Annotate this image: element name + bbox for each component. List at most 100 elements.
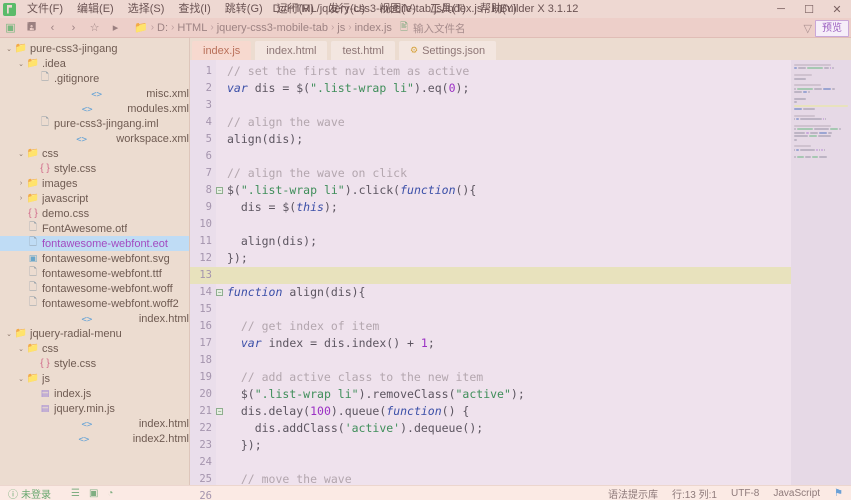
tree-item-modules-xml[interactable]: <> modules.xml bbox=[0, 101, 189, 116]
code-line[interactable]: function align(dis){ bbox=[227, 284, 791, 301]
language-status[interactable]: JavaScript bbox=[773, 488, 820, 499]
login-status[interactable]: ⓘ 未登录 bbox=[8, 486, 51, 500]
code-line[interactable] bbox=[227, 97, 791, 114]
menu-item-1[interactable]: 文件(F) bbox=[20, 0, 70, 18]
tab-settings-json[interactable]: ⚙ Settings.json bbox=[399, 41, 497, 60]
breadcrumb-item-1[interactable]: D: bbox=[157, 22, 168, 34]
breadcrumb-item-5[interactable]: index.js bbox=[355, 22, 392, 34]
tree-item-js[interactable]: ⌄ 📁 js bbox=[0, 371, 189, 386]
menu-item-8[interactable]: 视图(V) bbox=[372, 0, 423, 18]
tree-item-css[interactable]: ⌄ 📁 css bbox=[0, 341, 189, 356]
filename-search[interactable]: 🖹 输入文件名 bbox=[400, 18, 466, 38]
code-line[interactable]: dis = $(this); bbox=[227, 199, 791, 216]
code-line[interactable]: // move the wave bbox=[227, 471, 791, 485]
tree-item--idea[interactable]: ⌄ 📁 .idea bbox=[0, 56, 189, 71]
code-line[interactable] bbox=[227, 148, 791, 165]
tree-item-pure-css3-jingang-iml[interactable]: 🗋 pure-css3-jingang.iml bbox=[0, 116, 189, 131]
code-line[interactable] bbox=[227, 454, 791, 471]
tree-item-fontawesome-webfont-woff[interactable]: 🗋 fontawesome-webfont.woff bbox=[0, 281, 189, 296]
terminal-icon[interactable]: ▣ bbox=[89, 488, 98, 499]
code-line[interactable]: }); bbox=[227, 437, 791, 454]
code-line[interactable]: // get index of item bbox=[227, 318, 791, 335]
tree-item-style-css[interactable]: { } style.css bbox=[0, 356, 189, 371]
tree-item-jquery-min-js[interactable]: ▤ jquery.min.js bbox=[0, 401, 189, 416]
tree-item-style-css[interactable]: { } style.css bbox=[0, 161, 189, 176]
breadcrumb-item-2[interactable]: HTML bbox=[177, 22, 207, 34]
tree-item-fontawesome-webfont-ttf[interactable]: 🗋 fontawesome-webfont.ttf bbox=[0, 266, 189, 281]
chevron-down-icon[interactable]: ⌄ bbox=[16, 375, 26, 383]
notification-icon[interactable]: ⚑ bbox=[834, 488, 843, 499]
code-content[interactable]: // set the first nav item as active var d… bbox=[216, 60, 791, 485]
menu-item-9[interactable]: 工具(T) bbox=[423, 0, 473, 18]
menu-item-4[interactable]: 查找(I) bbox=[171, 0, 217, 18]
code-line[interactable]: dis.addClass('active').dequeue(); bbox=[227, 420, 791, 437]
menu-item-10[interactable]: 帮助(Y) bbox=[473, 0, 524, 18]
menu-item-3[interactable]: 选择(S) bbox=[121, 0, 172, 18]
code-line[interactable]: $(".list-wrap li").click(function(){ bbox=[227, 182, 791, 199]
favorite-icon[interactable]: ☆ bbox=[84, 19, 105, 37]
chevron-down-icon[interactable]: ⌄ bbox=[16, 345, 26, 353]
code-line[interactable]: // align the wave bbox=[227, 114, 791, 131]
tree-item-index-html[interactable]: <> index.html bbox=[0, 311, 190, 326]
editor-tabs[interactable]: index.js index.html test.html ⚙ Settings.jso… bbox=[190, 38, 851, 60]
minimap[interactable] bbox=[791, 60, 851, 485]
globe-icon[interactable]: ◔ bbox=[107, 488, 113, 499]
run-icon[interactable]: ▸ bbox=[105, 19, 126, 37]
new-file-icon[interactable]: ▣ bbox=[0, 19, 21, 37]
code-line[interactable]: align(dis); bbox=[227, 131, 791, 148]
filter-icon[interactable]: ▽ bbox=[804, 22, 812, 35]
code-area[interactable]: 1 2 3 4 5 6 7 8−9 10 11 12 13 14−15 16 17 18 19 20 21−22 23… bbox=[190, 60, 851, 500]
chevron-right-icon[interactable]: › bbox=[16, 180, 26, 187]
minimize-button[interactable]: ─ bbox=[767, 0, 795, 18]
tree-item-index2-html[interactable]: <> index2.html bbox=[0, 431, 189, 446]
code-line[interactable]: dis.delay(100).queue(function() { bbox=[227, 403, 791, 420]
file-tree[interactable]: ⌄ 📁 pure-css3-jingang ⌄ 📁 .idea 🗋 .gitignore <… bbox=[0, 38, 189, 446]
list-icon[interactable]: ☰ bbox=[71, 488, 80, 499]
tree-item-fontawesome-webfont-eot[interactable]: 🗋 fontawesome-webfont.eot bbox=[0, 236, 189, 251]
code-line[interactable]: // align the wave on click bbox=[227, 165, 791, 182]
tree-item-pure-css3-jingang[interactable]: ⌄ 📁 pure-css3-jingang bbox=[0, 41, 189, 56]
code-line[interactable]: var index = dis.index() + 1; bbox=[227, 335, 791, 352]
status-icon-group[interactable]: ☰ ▣ ◔ bbox=[71, 488, 113, 499]
code-line[interactable] bbox=[227, 216, 791, 233]
cursor-position-status[interactable]: 行:13 列:1 bbox=[672, 486, 717, 500]
code-line[interactable]: // set the first nav item as active bbox=[227, 63, 791, 80]
menu-item-6[interactable]: 运行(R) bbox=[270, 0, 321, 18]
tree-item-images[interactable]: › 📁 images bbox=[0, 176, 189, 191]
save-icon[interactable]: 🖪 bbox=[21, 19, 42, 37]
tree-item-fontawesome-otf[interactable]: 🗋 FontAwesome.otf bbox=[0, 221, 189, 236]
breadcrumb-item-4[interactable]: js bbox=[337, 22, 345, 34]
menu-item-5[interactable]: 跳转(G) bbox=[218, 0, 270, 18]
tree-item-index-html[interactable]: <> index.html bbox=[0, 416, 190, 431]
back-icon[interactable]: ‹ bbox=[42, 19, 63, 37]
chevron-down-icon[interactable]: ⌄ bbox=[16, 150, 26, 158]
tree-item--gitignore[interactable]: 🗋 .gitignore bbox=[0, 71, 189, 86]
forward-icon[interactable]: › bbox=[63, 19, 84, 37]
maximize-button[interactable]: ☐ bbox=[795, 0, 823, 18]
tree-item-fontawesome-webfont-svg[interactable]: ▣ fontawesome-webfont.svg bbox=[0, 251, 189, 266]
tree-item-javascript[interactable]: › 📁 javascript bbox=[0, 191, 189, 206]
code-line[interactable] bbox=[227, 352, 791, 369]
code-line[interactable]: align(dis); bbox=[227, 233, 791, 250]
tab-test-html[interactable]: test.html bbox=[331, 41, 396, 60]
fold-toggle-icon[interactable]: − bbox=[216, 289, 223, 296]
tab-index-html[interactable]: index.html bbox=[255, 41, 328, 60]
chevron-down-icon[interactable]: ⌄ bbox=[16, 60, 26, 68]
encoding-status[interactable]: UTF-8 bbox=[731, 488, 759, 499]
project-explorer[interactable]: ⌄ 📁 pure-css3-jingang ⌄ 📁 .idea 🗋 .gitignore <… bbox=[0, 38, 190, 485]
tree-item-demo-css[interactable]: { } demo.css bbox=[0, 206, 189, 221]
code-line[interactable]: }); bbox=[227, 250, 791, 267]
fold-toggle-icon[interactable]: − bbox=[216, 408, 223, 415]
tab-index-js[interactable]: index.js bbox=[192, 41, 252, 60]
fold-toggle-icon[interactable]: − bbox=[216, 187, 223, 194]
code-line[interactable] bbox=[216, 267, 791, 284]
close-button[interactable]: ✕ bbox=[823, 0, 851, 18]
tree-item-workspace-xml[interactable]: <> workspace.xml bbox=[0, 131, 189, 146]
menu-item-7[interactable]: 发行(U) bbox=[321, 0, 372, 18]
tree-item-index-js[interactable]: ▤ index.js bbox=[0, 386, 189, 401]
tree-item-jquery-radial-menu[interactable]: ⌄ 📁 jquery-radial-menu bbox=[0, 326, 189, 341]
tree-item-css[interactable]: ⌄ 📁 css bbox=[0, 146, 189, 161]
code-line[interactable] bbox=[227, 301, 791, 318]
preview-button[interactable]: 预览 bbox=[815, 19, 849, 37]
menu-bar[interactable]: 文件(F) 编辑(E) 选择(S) 查找(I) 跳转(G) 运行(R) 发行(U) 视图(V)… bbox=[20, 0, 524, 18]
